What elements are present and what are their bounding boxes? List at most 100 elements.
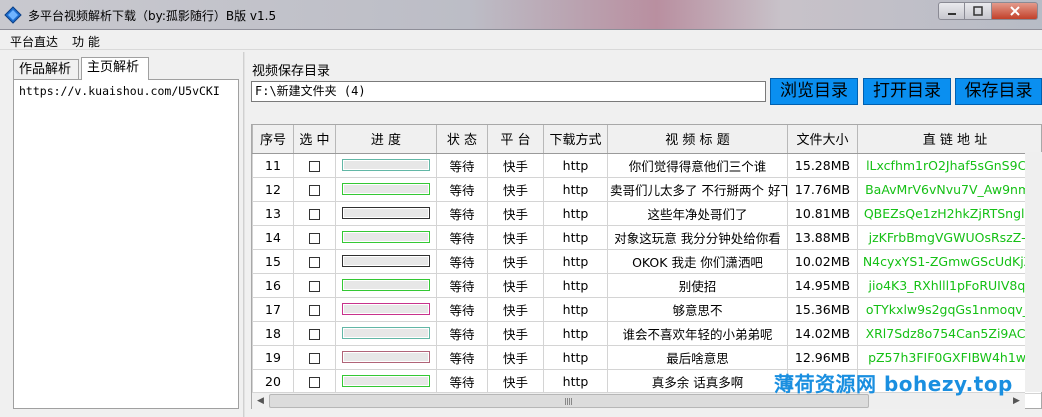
table-row[interactable]: 19 等待 快手 http 最后啥意思 12.96MB pZ57h3FIF0GXFIBW4h… xyxy=(252,344,1041,370)
video-title-cell: 最后啥意思 xyxy=(607,344,788,370)
table-row[interactable]: 13 等待 快手 http 这些年净处哥们了 10.81MB QBEZsQe1zH2hkZj… xyxy=(252,200,1041,226)
direct-link-cell[interactable]: lLxcfhm1rO2Jhaf5sGnS9CdG xyxy=(857,152,1041,178)
row-number-cell: 12 xyxy=(252,176,294,202)
url-input[interactable]: https://v.kuaishou.com/U5vCKI xyxy=(13,79,239,409)
column-header[interactable]: 直 链 地 址 xyxy=(857,125,1041,154)
progress-bar xyxy=(342,279,430,291)
grid-vertical-scrollbar[interactable] xyxy=(1025,152,1042,392)
tab-works-parse[interactable]: 作品解析 xyxy=(13,59,79,79)
table-row[interactable]: 15 等待 快手 http OKOK 我走 你们潇洒吧 10.02MB N4cyxYS1-Z… xyxy=(252,248,1041,274)
progress-bar xyxy=(342,159,430,171)
video-title-cell: OKOK 我走 你们潇洒吧 xyxy=(607,248,788,274)
close-button[interactable] xyxy=(992,2,1038,20)
select-cell xyxy=(293,296,336,322)
column-header[interactable]: 视 频 标 题 xyxy=(607,125,788,154)
direct-link-cell[interactable]: jio4K3_RXhlll1pFoRUIV8qItT xyxy=(857,272,1041,298)
table-row[interactable]: 16 等待 快手 http 别使招 14.95MB jio4K3_RXhlll1pFoRUI… xyxy=(252,272,1041,298)
table-row[interactable]: 18 等待 快手 http 谁会不喜欢年轻的小弟弟呢 14.02MB XRl7Sdz8o75… xyxy=(252,320,1041,346)
video-title-cell: 这些年净处哥们了 xyxy=(607,200,788,226)
column-header[interactable]: 状 态 xyxy=(436,125,488,154)
progress-bar xyxy=(342,231,430,243)
column-header[interactable]: 下载方式 xyxy=(543,125,608,154)
open-dir-button[interactable]: 打开目录 xyxy=(863,78,951,105)
tab-homepage-parse[interactable]: 主页解析 xyxy=(81,57,149,80)
browse-dir-button[interactable]: 浏览目录 xyxy=(770,78,858,105)
window-title: 多平台视频解析下载（by:孤影随行）B版 v1.5 xyxy=(28,9,277,23)
direct-link-cell[interactable]: N4cyxYS1-ZGmwGScUdKjZj7i xyxy=(857,248,1041,274)
select-checkbox[interactable] xyxy=(309,184,320,196)
column-header[interactable]: 序号 xyxy=(252,125,294,154)
progress-cell xyxy=(335,272,437,298)
file-size-cell: 10.02MB xyxy=(787,248,858,274)
direct-link-cell[interactable]: QBEZsQe1zH2hkZjRTSnglzsV xyxy=(857,200,1041,226)
file-size-cell: 12.96MB xyxy=(787,344,858,370)
progress-bar xyxy=(342,303,430,315)
column-header[interactable]: 平 台 xyxy=(487,125,544,154)
select-cell xyxy=(293,224,336,250)
video-title-cell: 别使招 xyxy=(607,272,788,298)
status-cell: 等待 xyxy=(436,200,488,226)
video-title-cell: 够意思不 xyxy=(607,296,788,322)
row-number-cell: 11 xyxy=(252,152,294,178)
direct-link-cell[interactable]: jzKFrbBmgVGWUOsRszZ-vC xyxy=(857,224,1041,250)
scroll-left-arrow-icon[interactable]: ◀ xyxy=(252,393,269,409)
row-number-cell: 15 xyxy=(252,248,294,274)
table-row[interactable]: 17 等待 快手 http 够意思不 15.36MB oTYkxlw9s2gqGs1nmoq… xyxy=(252,296,1041,322)
row-number-cell: 14 xyxy=(252,224,294,250)
download-method-cell: http xyxy=(543,200,608,226)
select-checkbox[interactable] xyxy=(309,304,320,316)
select-cell xyxy=(293,176,336,202)
minimize-icon xyxy=(947,13,956,15)
select-checkbox[interactable] xyxy=(309,280,320,292)
direct-link-cell[interactable]: pZ57h3FIF0GXFIBW4h1w37 xyxy=(857,344,1041,370)
select-checkbox[interactable] xyxy=(309,208,320,220)
progress-bar xyxy=(342,183,430,195)
platform-cell: 快手 xyxy=(487,224,544,250)
minimize-button[interactable] xyxy=(938,2,965,20)
select-cell xyxy=(293,368,336,394)
download-method-cell: http xyxy=(543,224,608,250)
app-diamond-icon xyxy=(4,6,22,24)
select-cell xyxy=(293,248,336,274)
select-checkbox[interactable] xyxy=(309,328,320,340)
direct-link-cell[interactable]: XRl7Sdz8o754Can5Zi9ACOU xyxy=(857,320,1041,346)
platform-cell: 快手 xyxy=(487,272,544,298)
platform-cell: 快手 xyxy=(487,152,544,178)
select-checkbox[interactable] xyxy=(309,352,320,364)
menu-platform-direct[interactable]: 平台直达 xyxy=(10,33,58,50)
table-row[interactable]: 14 等待 快手 http 对象这玩意 我分分钟处给你看 13.88MB jzKFrbBmg… xyxy=(252,224,1041,250)
table-row[interactable]: 11 等待 快手 http 你们觉得得意他们三个谁 15.28MB lLxcfhm1rO2J… xyxy=(252,152,1041,178)
direct-link-cell[interactable]: oTYkxlw9s2gqGs1nmoqv_0k xyxy=(857,296,1041,322)
download-method-cell: http xyxy=(543,272,608,298)
panel-splitter[interactable] xyxy=(243,52,245,417)
table-row[interactable]: 12 等待 快手 http 卖哥们儿太多了 不行掰两个 好下 17.76MB BaAvMrV… xyxy=(252,176,1041,202)
select-checkbox[interactable] xyxy=(309,376,320,388)
direct-link-cell[interactable]: BaAvMrV6vNvu7V_Aw9nmtQ xyxy=(857,176,1041,202)
video-title-cell: 谁会不喜欢年轻的小弟弟呢 xyxy=(607,320,788,346)
download-method-cell: http xyxy=(543,368,608,394)
select-checkbox[interactable] xyxy=(309,160,320,172)
file-size-cell: 13.88MB xyxy=(787,224,858,250)
status-cell: 等待 xyxy=(436,296,488,322)
row-number-cell: 13 xyxy=(252,200,294,226)
save-dir-button[interactable]: 保存目录 xyxy=(955,78,1042,105)
progress-bar xyxy=(342,375,430,387)
status-cell: 等待 xyxy=(436,320,488,346)
progress-cell xyxy=(335,224,437,250)
title-bar: 多平台视频解析下载（by:孤影随行）B版 v1.5 xyxy=(0,0,1042,30)
file-size-cell: 15.28MB xyxy=(787,152,858,178)
column-header[interactable]: 进 度 xyxy=(335,125,437,154)
column-header[interactable]: 选 中 xyxy=(293,125,336,154)
select-checkbox[interactable] xyxy=(309,232,320,244)
progress-cell xyxy=(335,176,437,202)
maximize-button[interactable] xyxy=(965,2,992,20)
platform-cell: 快手 xyxy=(487,368,544,394)
status-cell: 等待 xyxy=(436,248,488,274)
save-path-input[interactable]: F:\新建文件夹 (4) xyxy=(251,81,766,102)
progress-bar xyxy=(342,207,430,219)
status-cell: 等待 xyxy=(436,344,488,370)
download-method-cell: http xyxy=(543,248,608,274)
menu-functions[interactable]: 功 能 xyxy=(72,33,100,50)
select-checkbox[interactable] xyxy=(309,256,320,268)
column-header[interactable]: 文件大小 xyxy=(787,125,858,154)
